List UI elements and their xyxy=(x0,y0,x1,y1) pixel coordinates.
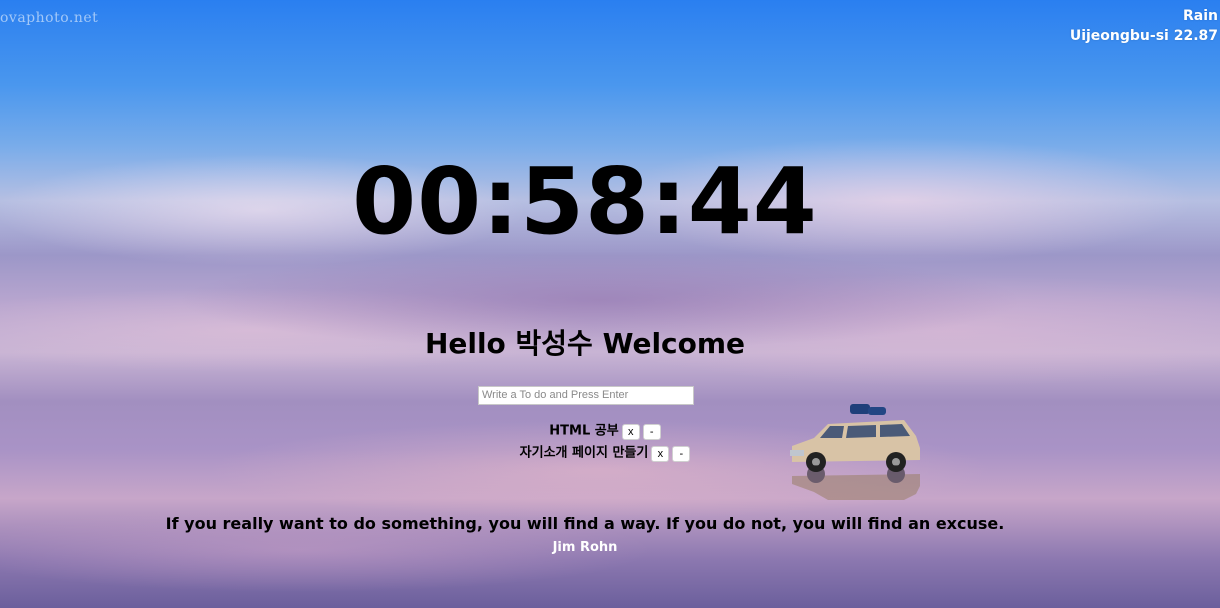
delete-todo-button[interactable]: x xyxy=(621,423,640,440)
minus-todo-button[interactable]: - xyxy=(642,423,661,440)
todo-list: HTML 공부 x - 자기소개 페이지 만들기 x - xyxy=(0,420,1210,464)
todo-input[interactable] xyxy=(478,385,694,405)
greeting: Hello 박성수 Welcome xyxy=(424,327,746,360)
weather-condition: Rain xyxy=(1183,8,1218,24)
quote-text: If you really want to do something, you … xyxy=(165,514,1005,533)
minus-todo-button[interactable]: - xyxy=(672,445,691,462)
todo-item-text: HTML 공부 xyxy=(549,423,619,439)
todo-form xyxy=(478,383,694,405)
quote-author: Jim Rohn xyxy=(552,540,618,555)
todo-item: HTML 공부 x - xyxy=(0,420,1210,442)
weather-widget: Rain Uijeongbu-si 22.87 xyxy=(1070,6,1218,46)
delete-todo-button[interactable]: x xyxy=(651,445,670,462)
photo-watermark: ovaphoto.net xyxy=(0,10,99,26)
todo-item: 자기소개 페이지 만들기 x - xyxy=(0,442,1210,464)
todo-item-text: 자기소개 페이지 만들기 xyxy=(519,445,649,461)
clock: 00:58:44 xyxy=(352,148,818,255)
weather-location-temperature: Uijeongbu-si 22.87 xyxy=(1069,28,1218,44)
car-reflection-image xyxy=(790,404,920,500)
